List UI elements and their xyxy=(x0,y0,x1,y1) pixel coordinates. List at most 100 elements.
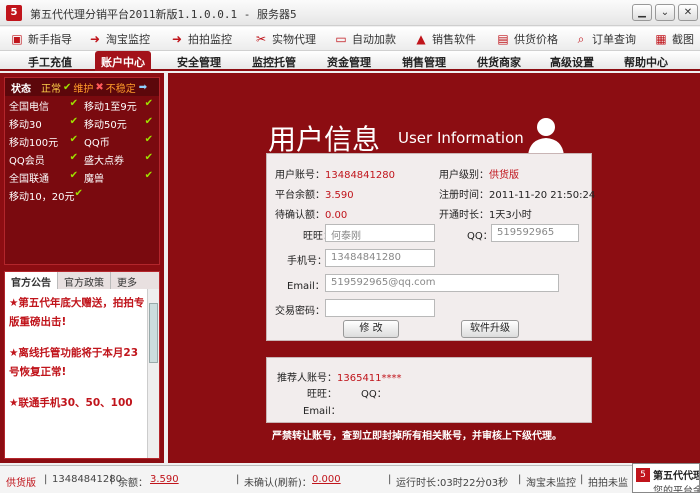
status-item: 移动1至9元 ✔ xyxy=(84,97,153,113)
toolbar-sell-software-button[interactable]: ▲ 销售软件 xyxy=(414,31,476,47)
popup-title: 第五代代理 xyxy=(653,471,700,482)
email-label: Email： xyxy=(287,281,325,292)
main-nav: 手工充值 账户中心 安全管理 监控托管 资金管理 销售管理 供货商家 高级设置 … xyxy=(0,51,700,71)
toolbar-label: 拍拍监控 xyxy=(188,33,232,46)
wangwang-field[interactable]: 何泰刚 xyxy=(325,224,435,242)
page-title: 用户信息 xyxy=(268,123,381,156)
toolbar-label: 新手指导 xyxy=(28,33,72,46)
supply-price-icon: ▤ xyxy=(497,32,509,46)
status-pending-label[interactable]: 未确认(刷新)： xyxy=(244,474,312,489)
referrer-qq-label: QQ： xyxy=(361,389,387,400)
qq-field[interactable]: 519592965 xyxy=(491,224,579,242)
status-taobao-monitor: 淘宝未监控 xyxy=(526,478,576,489)
legend-unstable: 不稳定 xyxy=(105,83,136,95)
upgrade-button[interactable]: 软件升级 xyxy=(461,320,519,338)
modify-button[interactable]: 修 改 xyxy=(343,320,399,338)
tab-help[interactable]: 帮助中心 xyxy=(624,54,668,70)
check-icon: ✔ xyxy=(63,81,72,93)
status-item: 移动10，20元 ✔ xyxy=(9,187,83,203)
toolbar-supply-price-button[interactable]: ▤ 供货价格 xyxy=(496,31,558,47)
status-paipai-monitor: 拍拍未监 xyxy=(588,478,628,489)
tab-monitor-hosting[interactable]: 监控托管 xyxy=(252,54,296,70)
auto-deposit-icon: ▭ xyxy=(335,32,347,46)
balance-value: 3.590 xyxy=(325,190,354,201)
notice-scrollbar[interactable] xyxy=(147,289,159,458)
referrer-card: 推荐人账号：1365411**** 旺旺： QQ： Email： xyxy=(266,357,592,423)
tab-account-center[interactable]: 账户中心 xyxy=(95,51,151,71)
notice-item[interactable]: ★联通手机30、50、100 xyxy=(9,394,145,413)
screenshot-icon: ▦ xyxy=(655,32,667,46)
guide-icon: ▣ xyxy=(11,32,23,46)
status-item: 移动50元 ✔ xyxy=(84,115,153,131)
toolbar-label: 自动加款 xyxy=(352,33,396,46)
duration-label: 开通时长： xyxy=(439,210,489,221)
toolbar-label: 供货价格 xyxy=(514,33,558,46)
referrer-wangwang-label: 旺旺： xyxy=(307,389,337,400)
qq-label: QQ： xyxy=(467,231,493,242)
tab-funds[interactable]: 资金管理 xyxy=(327,54,371,70)
paipai-monitor-icon: ➜ xyxy=(171,32,183,46)
tab-official-policy[interactable]: 官方政策 xyxy=(58,272,111,289)
tab-official-notice[interactable]: 官方公告 xyxy=(5,272,58,289)
toolbar-label: 订单查询 xyxy=(592,33,636,46)
goods-proxy-icon: ✂ xyxy=(255,32,267,46)
toolbar-taobao-monitor-button[interactable]: ➜ 淘宝监控 xyxy=(88,31,150,47)
tab-advanced[interactable]: 高级设置 xyxy=(550,54,594,70)
toolbar-paipai-monitor-button[interactable]: ➜ 拍拍监控 xyxy=(170,31,232,47)
status-runtime-label: 运行时长： xyxy=(396,478,446,489)
status-separator: | xyxy=(518,474,522,485)
check-icon: ✔ xyxy=(69,169,78,181)
notice-list: ★第五代年底大赠送，拍拍专版重磅出击! ★离线托管功能将于本月23号恢复正常! … xyxy=(9,294,145,425)
mobile-field[interactable]: 13484841280 xyxy=(325,249,435,267)
status-item: 魔兽 ✔ xyxy=(84,169,153,185)
trade-password-label: 交易密码： xyxy=(275,306,325,317)
toolbar-screenshot-button[interactable]: ▦ 截图 xyxy=(654,31,694,47)
status-item: 移动100元 ✔ xyxy=(9,133,78,149)
toolbar-label: 实物代理 xyxy=(272,33,316,46)
notice-item[interactable]: ★第五代年底大赠送，拍拍专版重磅出击! xyxy=(9,294,145,332)
trade-password-field[interactable] xyxy=(325,299,435,317)
warning-text: 严禁转让账号，查到立即封掉所有相关账号，并审核上下级代理。 xyxy=(272,431,562,442)
status-bar: 供货版 | 13484841280 | 余额： 3.590 | 未确认(刷新)：… xyxy=(0,465,700,493)
toolbar-guide-button[interactable]: ▣ 新手指导 xyxy=(10,31,72,47)
toolbar-label: 销售软件 xyxy=(432,33,476,46)
toolbar-auto-deposit-button[interactable]: ▭ 自动加款 xyxy=(334,31,396,47)
account-label: 用户账号： xyxy=(275,170,325,181)
status-legend: 状态 正常 ✔ 维护 ✖ 不稳定 ➡ xyxy=(5,78,159,96)
tab-suppliers[interactable]: 供货商家 xyxy=(477,54,521,70)
close-button[interactable]: ✕ xyxy=(678,4,698,21)
legend-normal: 正常 xyxy=(41,83,61,95)
email-field[interactable]: 519592965@qq.com xyxy=(325,274,559,292)
tab-security[interactable]: 安全管理 xyxy=(177,54,221,70)
status-balance-link[interactable]: 3.590 xyxy=(150,474,179,485)
window-title: 第五代代理分销平台2011新版1.1.0.0.1 - 服务器5 xyxy=(30,8,297,21)
toolbar: ▣ 新手指导 ➜ 淘宝监控 ➜ 拍拍监控 ✂ 实物代理 ▭ 自动加款 ▲ 销售软件 ▤ 供货价… xyxy=(0,27,700,51)
check-icon: ✔ xyxy=(144,133,153,145)
restore-button[interactable]: ⌄ xyxy=(655,4,675,21)
status-balance-label: 余额： xyxy=(118,478,148,489)
title-bar: 5 第五代代理分销平台2011新版1.1.0.0.1 - 服务器5 ▁ ⌄ ✕ xyxy=(0,0,700,26)
referrer-email-label: Email： xyxy=(303,406,341,417)
status-separator: | xyxy=(388,474,392,485)
tab-manual-recharge[interactable]: 手工充值 xyxy=(28,54,72,70)
scroll-thumb[interactable] xyxy=(149,303,158,363)
taobao-monitor-icon: ➜ xyxy=(89,32,101,46)
status-pending-link[interactable]: 0.000 xyxy=(312,474,341,485)
toolbar-goods-proxy-button[interactable]: ✂ 实物代理 xyxy=(254,31,316,47)
toolbar-label: 截图 xyxy=(672,33,694,46)
toolbar-order-search-button[interactable]: ⌕ 订单查询 xyxy=(574,31,636,47)
check-icon: ✔ xyxy=(144,97,153,109)
minimize-button[interactable]: ▁ xyxy=(632,4,652,21)
notification-popup[interactable]: 5 第五代代理 您的平台余额不 xyxy=(632,463,700,493)
status-separator: | xyxy=(236,474,240,485)
level-label: 用户级别： xyxy=(439,170,489,181)
register-label: 注册时间： xyxy=(439,190,489,201)
notice-item[interactable]: ★离线托管功能将于本月23号恢复正常! xyxy=(9,344,145,382)
order-search-icon: ⌕ xyxy=(577,32,585,46)
status-version: 供货版 xyxy=(6,478,36,489)
more-link[interactable]: 更多 xyxy=(111,272,143,289)
status-item: 全国电信 ✔ xyxy=(9,97,78,113)
balance-label: 平台余额： xyxy=(275,190,325,201)
user-silhouette-icon xyxy=(528,118,564,155)
tab-sales[interactable]: 销售管理 xyxy=(402,54,446,70)
